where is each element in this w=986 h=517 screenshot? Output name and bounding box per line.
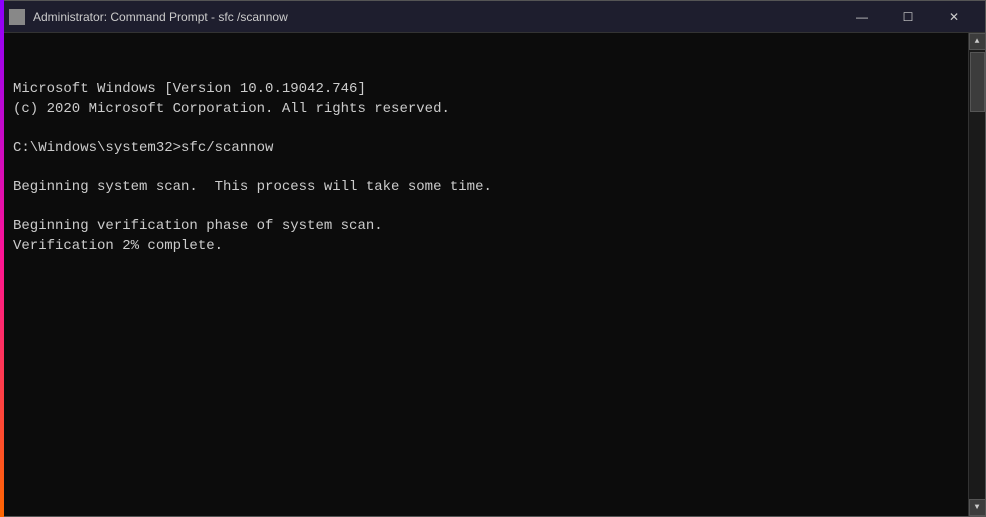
terminal-line: Verification 2% complete. (13, 237, 956, 257)
scroll-up-button[interactable]: ▲ (969, 33, 986, 50)
accent-bar (0, 0, 4, 517)
terminal-line (13, 335, 956, 355)
terminal-line (13, 257, 956, 277)
terminal-line (13, 296, 956, 316)
terminal-line (13, 452, 956, 472)
terminal-line: Microsoft Windows [Version 10.0.19042.74… (13, 80, 956, 100)
terminal-line: Beginning verification phase of system s… (13, 217, 956, 237)
terminal-line (13, 276, 956, 296)
terminal-line (13, 315, 956, 335)
scroll-down-button[interactable]: ▼ (969, 499, 986, 516)
scrollbar-thumb[interactable] (970, 52, 985, 112)
title-bar: Administrator: Command Prompt - sfc /sca… (1, 1, 985, 33)
scrollbar-track[interactable] (969, 50, 985, 499)
terminal-line (13, 433, 956, 453)
terminal-line (13, 355, 956, 375)
close-button[interactable]: ✕ (931, 1, 977, 33)
maximize-button[interactable]: ☐ (885, 1, 931, 33)
terminal-line (13, 394, 956, 414)
window-title: Administrator: Command Prompt - sfc /sca… (33, 10, 839, 24)
terminal-line: C:\Windows\system32>sfc/scannow (13, 139, 956, 159)
minimize-button[interactable]: — (839, 1, 885, 33)
scrollbar[interactable]: ▲ ▼ (968, 33, 985, 516)
terminal-line (13, 159, 956, 179)
terminal-line (13, 119, 956, 139)
terminal-line (13, 198, 956, 218)
terminal-line (13, 472, 956, 492)
window-controls: — ☐ ✕ (839, 1, 977, 33)
terminal-line (13, 374, 956, 394)
terminal-line (13, 492, 956, 512)
window: Administrator: Command Prompt - sfc /sca… (0, 0, 986, 517)
terminal[interactable]: Microsoft Windows [Version 10.0.19042.74… (1, 33, 968, 516)
window-icon (9, 9, 25, 25)
terminal-line: Beginning system scan. This process will… (13, 178, 956, 198)
window-body: Microsoft Windows [Version 10.0.19042.74… (1, 33, 985, 516)
terminal-line (13, 511, 956, 516)
terminal-line (13, 413, 956, 433)
terminal-line: (c) 2020 Microsoft Corporation. All righ… (13, 100, 956, 120)
